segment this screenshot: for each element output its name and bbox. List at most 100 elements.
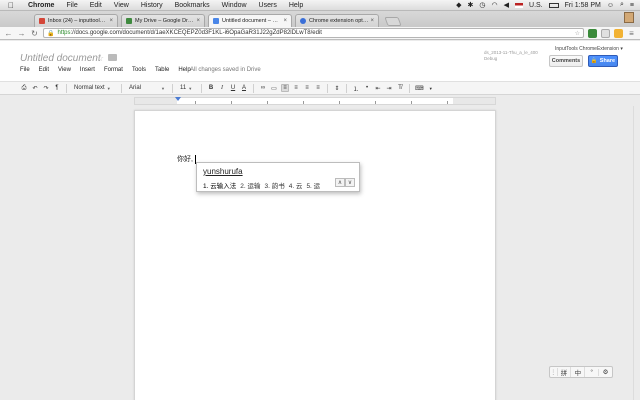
- ime-candidate[interactable]: 2. 运输: [240, 180, 260, 190]
- decrease-indent-icon[interactable]: ⇤: [374, 85, 382, 92]
- divider: [327, 83, 328, 93]
- align-right-icon[interactable]: ≡: [303, 85, 311, 91]
- extension-icon[interactable]: [614, 28, 623, 38]
- user-icon[interactable]: ☺: [607, 2, 614, 9]
- ime-candidate[interactable]: 3. 韵书: [264, 180, 284, 190]
- share-button[interactable]: 🔒 Share: [588, 55, 618, 67]
- time-machine-icon[interactable]: ◷: [479, 1, 485, 9]
- extension-name[interactable]: InputTools ChromeExtension ▾: [555, 46, 623, 52]
- vertical-scrollbar[interactable]: [633, 106, 640, 400]
- volume-icon[interactable]: ◀: [504, 1, 509, 9]
- menu-edit[interactable]: Edit: [84, 2, 108, 9]
- docs-menu-edit[interactable]: Edit: [39, 67, 58, 73]
- menu-help[interactable]: Help: [283, 2, 309, 9]
- tab-extension-options[interactable]: Chrome extension options ×: [295, 14, 379, 27]
- document-title[interactable]: Untitled document: [20, 53, 101, 64]
- align-justify-icon[interactable]: ≡: [314, 85, 322, 91]
- ruler[interactable]: [134, 97, 496, 105]
- bookmark-star-icon[interactable]: ☆: [575, 30, 580, 37]
- menu-view[interactable]: View: [108, 2, 135, 9]
- font-size-select[interactable]: 11 ▼: [178, 85, 196, 91]
- align-left-icon[interactable]: ≡: [281, 84, 289, 92]
- indent-marker[interactable]: [175, 97, 181, 101]
- ime-punctuation-toggle[interactable]: °: [585, 368, 600, 376]
- page-up-button[interactable]: ∧: [335, 178, 345, 187]
- folder-icon[interactable]: [108, 54, 117, 61]
- profile-avatar-icon[interactable]: [624, 12, 634, 23]
- apple-icon[interactable]: : [0, 1, 22, 10]
- ime-settings-button[interactable]: ⚙: [599, 368, 612, 376]
- close-icon[interactable]: ×: [370, 18, 374, 24]
- new-tab-button[interactable]: [384, 17, 402, 26]
- docs-menu-file[interactable]: File: [20, 67, 39, 73]
- notifications-icon[interactable]: ≡: [630, 2, 634, 9]
- text-color-button[interactable]: A: [240, 85, 248, 91]
- back-icon[interactable]: ←: [4, 29, 13, 38]
- input-source-label[interactable]: U.S.: [529, 2, 543, 9]
- document-body-text[interactable]: 你好,: [177, 154, 196, 164]
- lock-icon[interactable]: 🔒: [47, 30, 54, 37]
- close-icon[interactable]: ×: [283, 18, 287, 24]
- paint-format-icon[interactable]: ¶: [53, 85, 61, 91]
- docs-menu-format[interactable]: Format: [104, 67, 132, 73]
- docs-menu-view[interactable]: View: [58, 67, 80, 73]
- link-icon[interactable]: ∞: [259, 85, 267, 91]
- tab-inbox[interactable]: Inbox (24) – inputtoolsche ×: [34, 14, 118, 27]
- font-select[interactable]: Arial ▼: [127, 85, 167, 91]
- extension-icon[interactable]: [588, 28, 597, 38]
- redo-icon[interactable]: ↷: [42, 85, 50, 92]
- divider: [66, 83, 67, 93]
- menu-chrome[interactable]: Chrome: [22, 2, 60, 9]
- battery-icon[interactable]: [548, 2, 559, 8]
- italic-button[interactable]: I: [218, 85, 226, 91]
- dropbox-icon[interactable]: ◆: [456, 1, 461, 9]
- forward-icon[interactable]: →: [17, 29, 26, 38]
- bold-button[interactable]: B: [207, 85, 215, 91]
- ime-chinese-toggle[interactable]: 中: [571, 367, 586, 377]
- spotlight-search-icon[interactable]: ⌕: [620, 1, 624, 9]
- align-center-icon[interactable]: ≡: [292, 85, 300, 91]
- ime-candidate[interactable]: 5. 运: [306, 180, 320, 190]
- ime-candidate[interactable]: 1. 云输入法: [203, 180, 236, 190]
- underline-button[interactable]: U: [229, 85, 237, 91]
- tab-my-drive[interactable]: My Drive – Google Drive ×: [121, 14, 205, 27]
- docs-menu-table[interactable]: Table: [155, 67, 178, 73]
- input-tools-icon[interactable]: ⌨: [415, 85, 424, 92]
- tab-untitled-document[interactable]: Untitled document – Goog ×: [208, 14, 292, 27]
- docs-menu-insert[interactable]: Insert: [80, 67, 104, 73]
- menu-history[interactable]: History: [135, 2, 169, 9]
- clear-formatting-icon[interactable]: T̸: [396, 85, 404, 91]
- save-status[interactable]: All changes saved in Drive: [190, 67, 261, 73]
- menu-users[interactable]: Users: [253, 2, 283, 9]
- style-select[interactable]: Normal text ▼: [72, 85, 116, 91]
- reload-icon[interactable]: ↻: [30, 29, 39, 38]
- numbered-list-icon[interactable]: ⒈: [352, 84, 360, 93]
- page-down-button[interactable]: ∨: [345, 178, 355, 187]
- chrome-menu-icon[interactable]: ≡: [627, 29, 636, 38]
- clock-label[interactable]: Fri 1:58 PM: [565, 2, 601, 9]
- close-icon[interactable]: ×: [196, 18, 200, 24]
- ime-candidate[interactable]: 4. 云: [289, 180, 303, 190]
- menu-window[interactable]: Window: [216, 2, 253, 9]
- print-icon[interactable]: ⎙: [20, 85, 28, 92]
- address-bar[interactable]: 🔒 https ://docs.google.com/document/d/1a…: [43, 28, 584, 38]
- ime-pinyin-toggle[interactable]: 拼: [558, 367, 572, 377]
- bluetooth-icon[interactable]: ✱: [468, 1, 474, 9]
- comments-button[interactable]: Comments: [549, 55, 583, 67]
- close-icon[interactable]: ×: [109, 18, 113, 24]
- menu-bookmarks[interactable]: Bookmarks: [169, 2, 216, 9]
- chevron-down-icon[interactable]: ▼: [427, 86, 435, 91]
- undo-icon[interactable]: ↶: [31, 85, 39, 92]
- line-spacing-icon[interactable]: ⇕: [333, 85, 341, 92]
- document-page[interactable]: 你好,: [134, 110, 496, 400]
- document-canvas[interactable]: 你好,: [0, 106, 640, 400]
- star-icon[interactable]: ☆: [96, 53, 104, 64]
- docs-menu-tools[interactable]: Tools: [132, 67, 155, 73]
- increase-indent-icon[interactable]: ⇥: [385, 85, 393, 92]
- bulleted-list-icon[interactable]: •: [363, 85, 371, 91]
- wifi-icon[interactable]: ◠: [492, 1, 498, 9]
- comment-icon[interactable]: ▭: [270, 85, 278, 92]
- extension-icon[interactable]: [601, 28, 610, 38]
- menu-file[interactable]: File: [60, 2, 83, 9]
- drag-handle-icon[interactable]: ⋮: [550, 368, 558, 376]
